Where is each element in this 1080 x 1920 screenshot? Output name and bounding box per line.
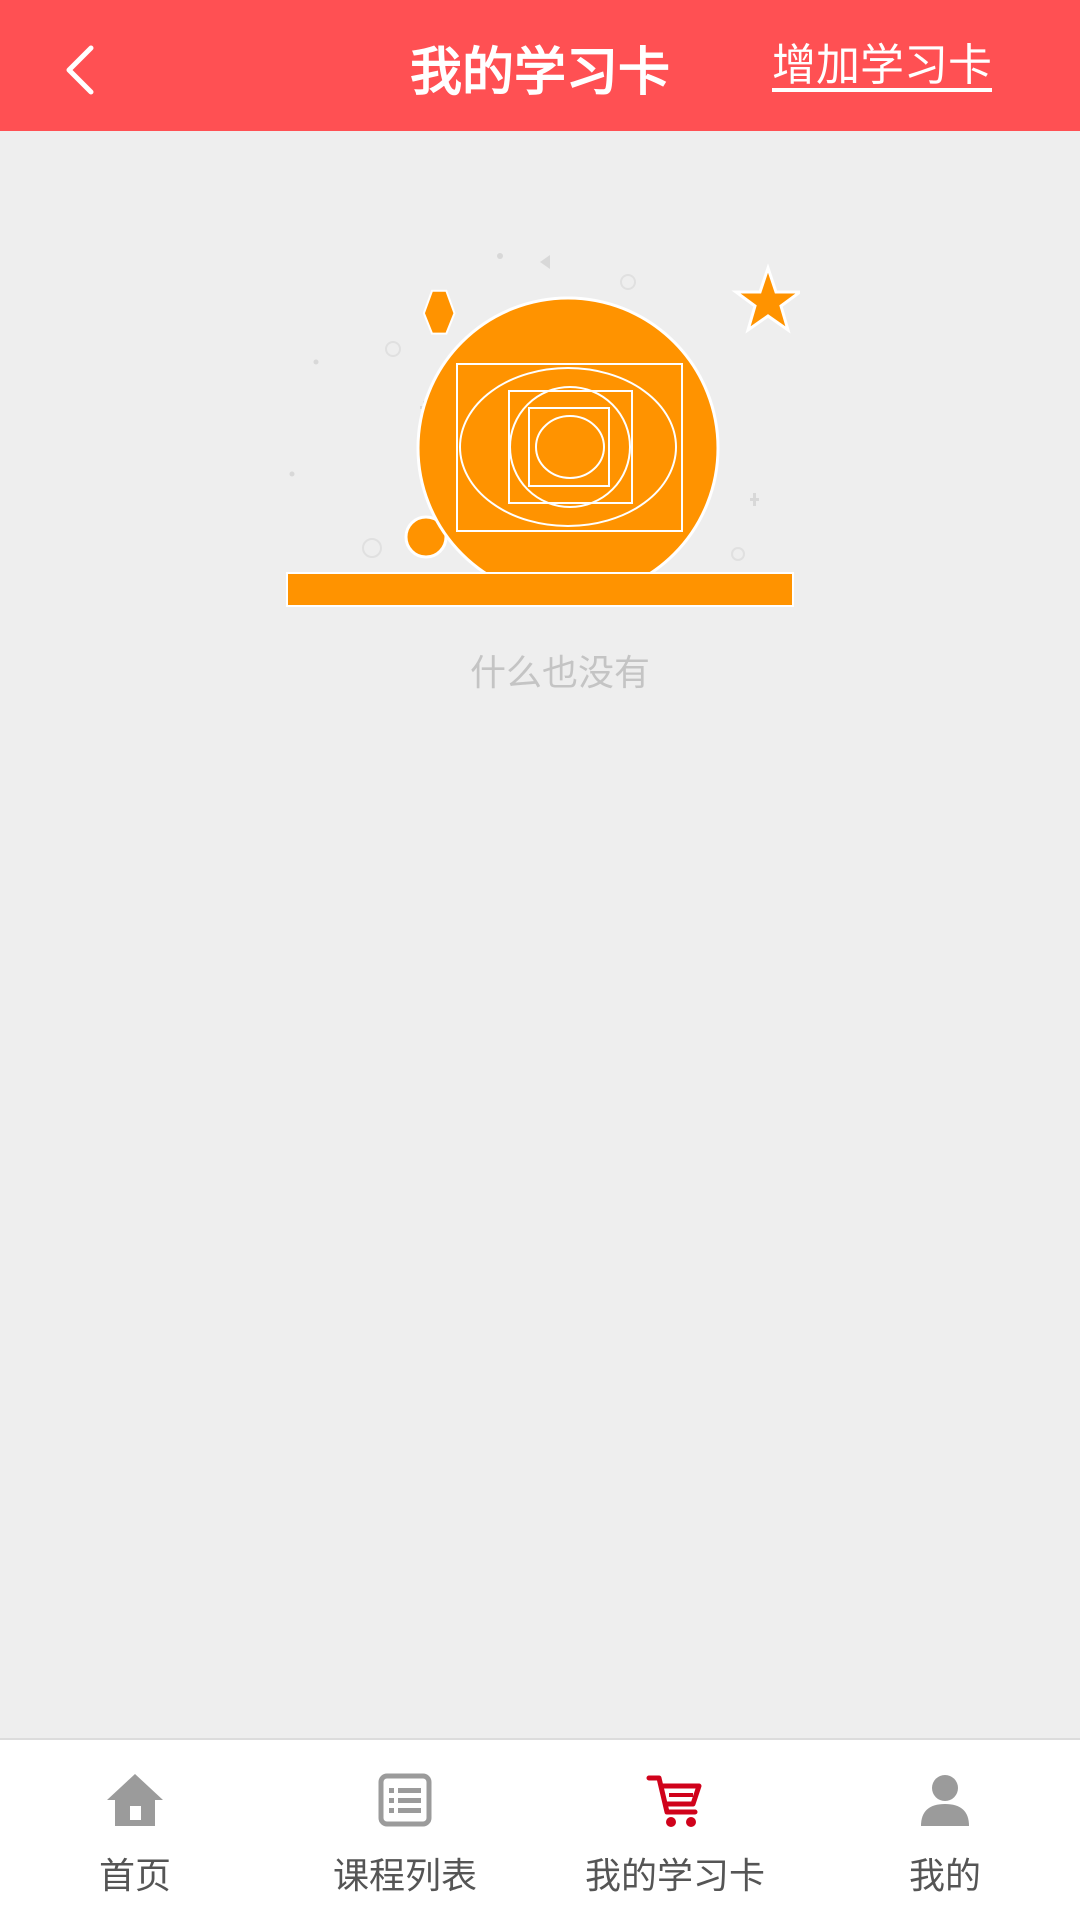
tab-my-cards-label: 我的学习卡 <box>584 1856 765 1897</box>
tab-my-cards[interactable]: 我的学习卡 <box>540 1740 810 1920</box>
tab-home[interactable]: 首页 <box>0 1740 270 1920</box>
tab-me[interactable]: 我的 <box>810 1740 1080 1920</box>
empty-state-illustration <box>286 253 800 607</box>
empty-state-message: 什么也没有 <box>469 653 650 694</box>
home-icon <box>107 1774 163 1826</box>
tab-courses-label: 课程列表 <box>332 1856 477 1897</box>
tab-home-label: 首页 <box>98 1856 171 1897</box>
top-app-bar: 我的学习卡 增加学习卡 <box>0 0 1080 131</box>
cart-icon <box>646 1775 702 1827</box>
tab-courses[interactable]: 课程列表 <box>270 1740 540 1920</box>
tab-me-label: 我的 <box>908 1856 981 1897</box>
user-icon <box>921 1775 969 1826</box>
bottom-tab-bar: 首页 课程列表 我的学习卡 我的 <box>0 1738 1080 1920</box>
list-icon <box>378 1773 432 1827</box>
add-learning-card-link[interactable]: 增加学习卡 <box>772 36 992 96</box>
